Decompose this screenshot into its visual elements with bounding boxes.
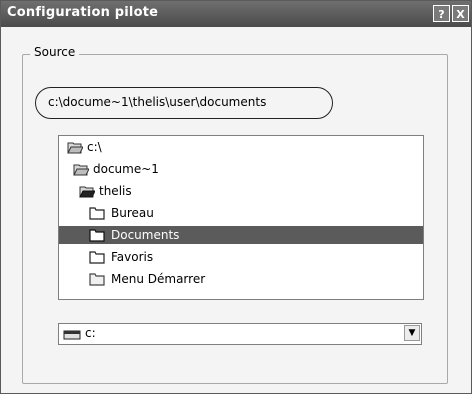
drive-icon	[63, 330, 81, 340]
folder-label: Favoris	[111, 250, 154, 264]
drive-select-value: c:	[85, 326, 96, 340]
folder-row[interactable]: c:\	[59, 138, 423, 156]
folder-label: thelis	[99, 184, 132, 198]
folder-label: docume~1	[93, 162, 159, 176]
title-bar[interactable]: Configuration pilote ? X	[1, 1, 471, 27]
folder-row[interactable]: Bureau	[59, 204, 423, 222]
folder-label: Menu Démarrer	[111, 272, 206, 286]
folder-label: c:\	[87, 140, 102, 154]
open-folder-icon	[73, 164, 89, 176]
current-path-text: c:\docume~1\thelis\user\documents	[48, 95, 267, 109]
folder-row[interactable]: Favoris	[59, 248, 423, 266]
window-title: Configuration pilote	[7, 5, 159, 20]
current-path-display: c:\docume~1\thelis\user\documents	[35, 87, 333, 119]
folder-list[interactable]: c:\ docume~1 thelis Bureau Documents Fav…	[58, 135, 424, 300]
folder-row[interactable]: thelis	[59, 182, 423, 200]
folder-icon	[89, 207, 105, 220]
close-button[interactable]: X	[452, 5, 469, 22]
drive-select[interactable]: c: ▼	[58, 323, 422, 345]
open-folder-icon	[67, 142, 83, 154]
folder-icon	[89, 251, 105, 264]
help-button[interactable]: ?	[433, 5, 450, 22]
open-folder-icon	[79, 186, 95, 198]
folder-row-selected[interactable]: Documents	[59, 226, 423, 244]
folder-icon	[89, 273, 105, 286]
folder-label: Documents	[111, 228, 180, 242]
chevron-down-icon[interactable]: ▼	[404, 325, 420, 341]
source-legend: Source	[30, 45, 80, 59]
folder-row[interactable]: docume~1	[59, 160, 423, 178]
folder-row[interactable]: Menu Démarrer	[59, 270, 423, 288]
folder-icon	[89, 229, 105, 242]
folder-label: Bureau	[111, 206, 154, 220]
